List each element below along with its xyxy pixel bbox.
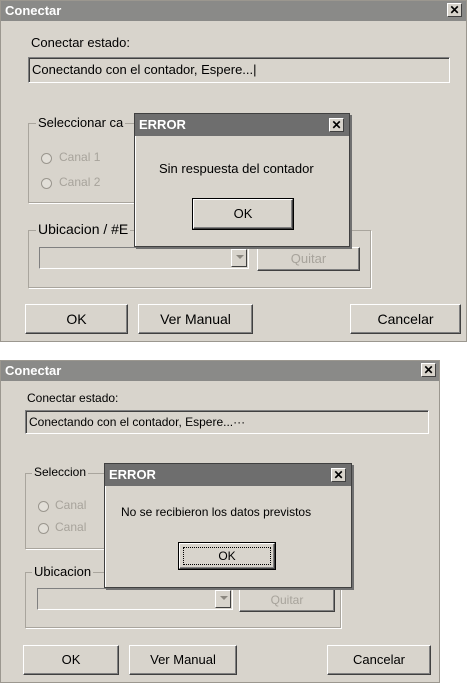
ver-manual-button[interactable]: Ver Manual	[129, 645, 237, 675]
error-dialog-title: ERROR	[105, 464, 351, 486]
error-ok-label: OK	[233, 206, 253, 221]
channel-1-radio[interactable]	[41, 153, 52, 164]
error-dialog-title: ERROR	[135, 114, 349, 136]
error-message: Sin respuesta del contador	[159, 161, 314, 176]
error-dialog: ERROR ✕ Sin respuesta del contador OK	[134, 113, 350, 247]
error-ok-button[interactable]: OK	[178, 542, 276, 570]
conectar-window-2: Conectar ✕ Conectar estado: Conectando c…	[0, 360, 440, 683]
remove-button[interactable]: Quitar	[239, 588, 335, 612]
ver-manual-button[interactable]: Ver Manual	[138, 304, 253, 334]
window-title: Conectar	[1, 1, 466, 21]
channel-2-radio[interactable]	[38, 523, 49, 534]
ok-button[interactable]: OK	[23, 645, 119, 675]
focus-rectangle	[183, 547, 271, 565]
location-group-label: Ubicacion / #E	[36, 221, 131, 237]
channel-2-radio[interactable]	[41, 178, 52, 189]
window-title: Conectar	[1, 361, 439, 381]
channel-1-radio[interactable]	[38, 501, 49, 512]
status-field: Conectando con el contador, Espere...|	[28, 57, 450, 83]
status-label: Conectar estado:	[27, 391, 119, 405]
location-group-label: Ubicacion	[32, 564, 94, 579]
close-icon[interactable]: ✕	[421, 363, 436, 377]
close-icon[interactable]: ✕	[447, 3, 462, 17]
channel-1-label: Canal	[55, 498, 87, 512]
chevron-down-icon[interactable]	[231, 249, 247, 267]
cancel-button[interactable]: Cancelar	[327, 645, 431, 675]
error-ok-button[interactable]: OK	[192, 198, 294, 230]
channel-1-label: Canal 1	[59, 150, 101, 164]
conectar-window-1: Conectar ✕ Conectar estado: Conectando c…	[0, 0, 467, 342]
status-field: Conectando con el contador, Espere...···	[25, 410, 429, 434]
close-icon[interactable]: ✕	[331, 468, 346, 482]
error-message: No se recibieron los datos previstos	[121, 505, 312, 519]
channel-2-label: Canal 2	[59, 175, 101, 189]
channel-2-label: Canal	[55, 520, 87, 534]
ok-button[interactable]: OK	[25, 304, 128, 334]
channel-group-label: Seleccionar ca	[36, 115, 126, 130]
cancel-button[interactable]: Cancelar	[350, 304, 461, 334]
error-dialog: ERROR ✕ No se recibieron los datos previ…	[104, 463, 352, 588]
location-combo[interactable]	[39, 247, 249, 269]
status-label: Conectar estado:	[31, 35, 131, 50]
close-icon[interactable]: ✕	[329, 118, 344, 132]
channel-group-label: Seleccion	[32, 465, 89, 479]
location-combo[interactable]	[37, 588, 233, 610]
chevron-down-icon[interactable]	[215, 590, 231, 608]
remove-button[interactable]: Quitar	[257, 247, 360, 271]
